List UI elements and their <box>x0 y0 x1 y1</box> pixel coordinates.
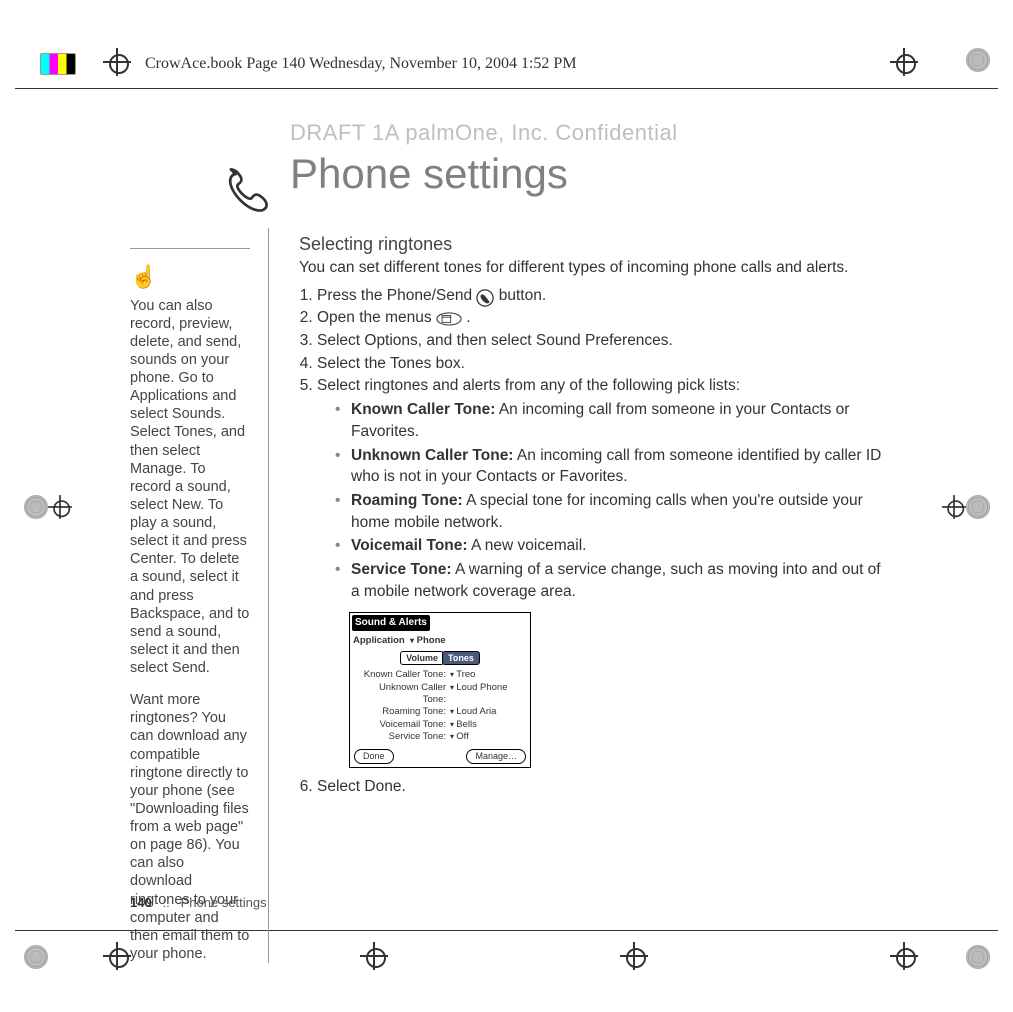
crop-dot-icon <box>24 495 48 519</box>
crop-dot-icon <box>24 945 48 969</box>
crop-dot-icon <box>966 48 990 72</box>
tip-hand-icon: ☝ <box>130 263 157 291</box>
crop-dot-icon <box>966 495 990 519</box>
phone-send-button-icon <box>476 289 494 303</box>
list-item: Known Caller Tone: An incoming call from… <box>335 399 890 442</box>
palm-row: Service Tone:Off <box>350 731 530 743</box>
sidebar: ☝ You can also record, preview, delete, … <box>130 228 269 963</box>
crosshair-icon <box>103 48 131 76</box>
crosshair-icon <box>942 495 966 519</box>
watermark: DRAFT 1A palmOne, Inc. Confidential <box>290 120 890 146</box>
palm-tab-tones: Tones <box>442 651 480 666</box>
palm-title: Sound & Alerts <box>352 615 430 631</box>
step-item: Open the menus . <box>317 307 890 329</box>
step-item: Select Options, and then select Sound Pr… <box>317 330 890 352</box>
step-item: Select Done. <box>317 776 890 798</box>
list-item: Voicemail Tone: A new voicemail. <box>335 535 890 557</box>
palm-app-label: Application <box>353 635 405 646</box>
page-number: 140 <box>130 895 152 910</box>
top-rule <box>15 88 998 89</box>
step-item: Press the Phone/Send button. <box>317 285 890 307</box>
step-item: Select ringtones and alerts from any of … <box>317 375 890 767</box>
main-content: Selecting ringtones You can set differen… <box>299 228 890 963</box>
sidebar-tip: You can also record, preview, delete, an… <box>130 297 250 678</box>
phone-handset-icon <box>216 164 270 218</box>
crosshair-icon <box>103 942 131 970</box>
steps-list: Press the Phone/Send button. Open the me… <box>299 285 890 798</box>
sound-alerts-screenshot: Sound & Alerts Application ▾ Phone Volum… <box>349 612 531 768</box>
palm-row: Known Caller Tone:Treo <box>350 669 530 681</box>
palm-manage-button: Manage… <box>466 749 526 764</box>
crosshair-icon <box>890 48 918 76</box>
section-intro: You can set different tones for differen… <box>299 257 890 279</box>
crosshair-icon <box>48 495 72 519</box>
page-title: Phone settings <box>290 150 568 198</box>
footer-label: Phone settings <box>181 895 267 910</box>
palm-row: Roaming Tone:Loud Aria <box>350 706 530 718</box>
bullet-list: Known Caller Tone: An incoming call from… <box>317 399 890 602</box>
palm-tab-volume: Volume <box>400 651 444 666</box>
list-item: Service Tone: A warning of a service cha… <box>335 559 890 602</box>
crosshair-icon <box>890 942 918 970</box>
palm-row: Unknown Caller Tone:Loud Phone <box>350 682 530 707</box>
step-item: Select the Tones box. <box>317 353 890 375</box>
header-meta: CrowAce.book Page 140 Wednesday, Novembe… <box>145 55 577 73</box>
sidebar-tip: Want more ringtones? You can download an… <box>130 691 250 963</box>
palm-app-value: Phone <box>417 635 446 646</box>
page-footer: 140 :: Phone settings <box>130 895 267 910</box>
section-heading: Selecting ringtones <box>299 234 890 255</box>
palm-done-button: Done <box>354 749 394 764</box>
list-item: Unknown Caller Tone: An incoming call fr… <box>335 445 890 488</box>
color-swatch-icon <box>40 53 76 75</box>
crop-dot-icon <box>966 945 990 969</box>
menu-button-icon <box>436 311 462 325</box>
palm-row: Voicemail Tone:Bells <box>350 719 530 731</box>
list-item: Roaming Tone: A special tone for incomin… <box>335 490 890 533</box>
